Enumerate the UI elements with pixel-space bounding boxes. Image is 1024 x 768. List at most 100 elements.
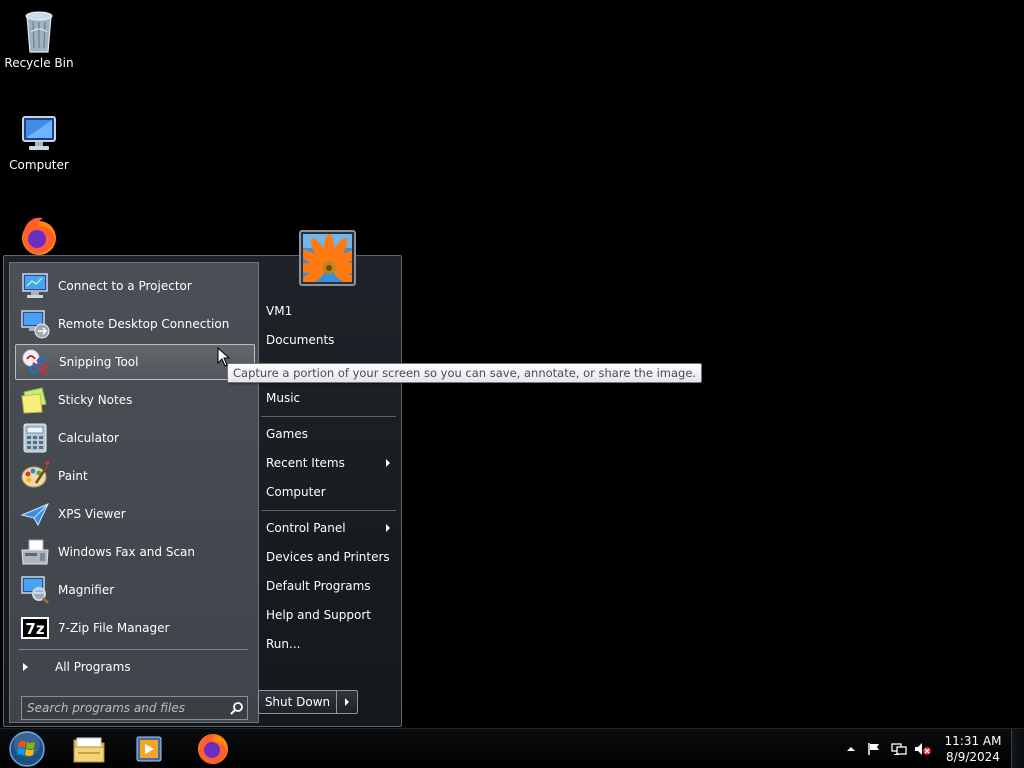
show-hidden-icons-icon — [847, 747, 855, 751]
program-label: Calculator — [58, 431, 119, 445]
program-sticky-notes[interactable]: Sticky Notes — [15, 382, 255, 418]
program-xps-viewer[interactable]: XPS Viewer — [15, 496, 255, 532]
right-item-user[interactable]: VM1 — [266, 301, 396, 321]
program-paint[interactable]: Paint — [15, 458, 255, 494]
right-item-music[interactable]: Music — [266, 388, 396, 408]
right-item-label: VM1 — [266, 304, 293, 318]
arrow-right-icon — [23, 663, 28, 671]
shutdown-split-button: Shut Down — [258, 690, 358, 714]
search-input[interactable] — [22, 698, 227, 718]
remote-desktop-icon — [19, 308, 51, 340]
user-avatar[interactable] — [295, 230, 363, 287]
desktop-icon-label: Recycle Bin — [4, 56, 74, 70]
show-desktop-button[interactable] — [1011, 729, 1024, 768]
program-connect-projector[interactable]: Connect to a Projector — [15, 268, 255, 304]
program-label: Snipping Tool — [59, 355, 139, 369]
right-item-label: Recent Items — [266, 456, 345, 470]
program-7zip[interactable]: 7z 7-Zip File Manager — [15, 610, 255, 646]
flower-avatar-icon — [295, 234, 363, 287]
xps-viewer-icon — [19, 498, 51, 530]
program-label: Connect to a Projector — [58, 279, 192, 293]
7zip-icon: 7z — [19, 612, 51, 644]
volume-muted-icon — [915, 743, 931, 755]
submenu-arrow-icon — [386, 524, 390, 532]
right-separator — [261, 510, 396, 511]
clock-time: 11:31 AM — [944, 734, 1002, 748]
taskbar-media-player[interactable] — [131, 731, 167, 767]
network-tray[interactable] — [890, 741, 908, 757]
all-programs-label: All Programs — [55, 660, 131, 674]
desktop-icon-firefox[interactable] — [0, 214, 78, 256]
system-clock[interactable]: 11:31 AM 8/9/2024 — [942, 733, 1004, 765]
right-item-devices-printers[interactable]: Devices and Printers — [266, 547, 396, 567]
right-item-label: Games — [266, 427, 308, 441]
desktop-icon-label: Computer — [9, 158, 69, 172]
search-icon[interactable] — [227, 698, 247, 718]
arrow-right-icon — [345, 698, 349, 706]
right-item-label: Devices and Printers — [266, 550, 390, 564]
right-item-label: Documents — [266, 333, 335, 347]
paint-icon — [19, 460, 51, 492]
shutdown-button[interactable]: Shut Down — [259, 691, 337, 713]
show-hidden-icons-button[interactable] — [842, 741, 860, 757]
calculator-icon — [19, 422, 51, 454]
right-item-recent-items[interactable]: Recent Items — [266, 453, 396, 473]
right-item-help-support[interactable]: Help and Support — [266, 605, 396, 625]
right-item-label: Music — [266, 391, 301, 405]
firefox-icon — [198, 734, 228, 764]
program-remote-desktop[interactable]: Remote Desktop Connection — [15, 306, 255, 342]
svg-text:7z: 7z — [25, 620, 44, 638]
action-center-tray[interactable] — [865, 741, 883, 757]
desktop-icon-computer[interactable]: Computer — [0, 114, 78, 172]
volume-tray[interactable] — [914, 741, 932, 757]
firefox-icon — [22, 217, 56, 255]
media-player-icon — [136, 736, 162, 762]
right-item-run[interactable]: Run... — [266, 634, 396, 654]
snipping-tool-tooltip: Capture a portion of your screen so you … — [227, 363, 703, 383]
program-label: Remote Desktop Connection — [58, 317, 230, 331]
right-item-control-panel[interactable]: Control Panel — [266, 518, 396, 538]
program-label: 7-Zip File Manager — [58, 621, 170, 635]
taskbar: 11:31 AM 8/9/2024 — [0, 728, 1024, 768]
right-item-label: Help and Support — [266, 608, 371, 622]
program-label: Paint — [58, 469, 88, 483]
computer-icon — [22, 116, 56, 150]
right-separator — [261, 416, 396, 417]
clock-date: 8/9/2024 — [946, 750, 1000, 764]
recycle-bin-icon — [25, 11, 53, 53]
taskbar-firefox[interactable] — [195, 731, 231, 767]
fax-scan-icon — [19, 536, 51, 568]
right-item-label: Default Programs — [266, 579, 371, 593]
snipping-tool-icon — [20, 346, 52, 378]
sticky-notes-icon — [19, 384, 51, 416]
magnifier-icon — [19, 574, 51, 606]
shutdown-label: Shut Down — [264, 695, 331, 709]
action-center-flag-icon — [868, 743, 879, 755]
program-magnifier[interactable]: Magnifier — [15, 572, 255, 608]
search-box[interactable] — [21, 696, 248, 720]
right-item-computer[interactable]: Computer — [266, 482, 396, 502]
right-item-label: Computer — [266, 485, 326, 499]
right-item-games[interactable]: Games — [266, 424, 396, 444]
right-item-default-programs[interactable]: Default Programs — [266, 576, 396, 596]
shutdown-options-button[interactable] — [337, 691, 357, 713]
projector-icon — [19, 270, 51, 302]
right-item-documents[interactable]: Documents — [266, 330, 396, 350]
program-label: XPS Viewer — [58, 507, 126, 521]
mouse-cursor-icon — [217, 347, 231, 367]
start-button[interactable] — [7, 730, 47, 768]
all-programs-button[interactable]: All Programs — [20, 656, 131, 678]
program-fax-scan[interactable]: Windows Fax and Scan — [15, 534, 255, 570]
start-menu-programs-pane: Connect to a Projector Remote Desktop Co… — [9, 262, 259, 723]
desktop-icon-recycle-bin[interactable]: Recycle Bin — [0, 6, 78, 70]
submenu-arrow-icon — [386, 459, 390, 467]
program-label: Windows Fax and Scan — [58, 545, 196, 559]
right-item-label: Run... — [266, 637, 301, 651]
programs-separator — [18, 649, 248, 650]
windows-explorer-icon — [73, 737, 105, 763]
program-calculator[interactable]: Calculator — [15, 420, 255, 456]
right-item-label: Control Panel — [266, 521, 346, 535]
program-label: Magnifier — [58, 583, 115, 597]
program-label: Sticky Notes — [58, 393, 133, 407]
taskbar-windows-explorer[interactable] — [71, 731, 107, 767]
